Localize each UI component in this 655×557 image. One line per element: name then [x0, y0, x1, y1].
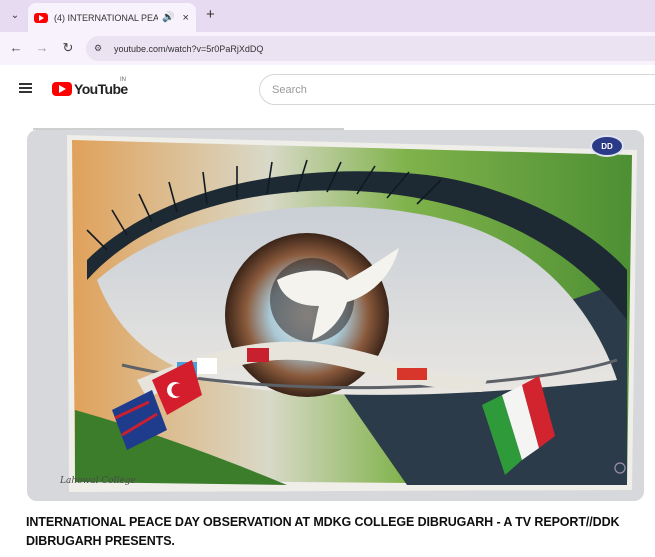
youtube-logo[interactable]: YouTube [52, 80, 128, 98]
search-box[interactable] [259, 74, 655, 105]
youtube-logo-text: YouTube [74, 81, 128, 97]
menu-icon[interactable] [19, 83, 32, 93]
video-frame-painting [27, 130, 644, 501]
search-input[interactable] [272, 83, 632, 96]
country-code: IN [120, 77, 126, 83]
tab-title: (4) INTERNATIONAL PEACE [54, 12, 158, 23]
dd-watermark-text: DD [601, 141, 613, 151]
painting-signature: Lahowal College [60, 476, 136, 486]
tab-strip: ⌄ (4) INTERNATIONAL PEACE 🔊 × + [0, 0, 655, 32]
url-text: youtube.com/watch?v=5r0PaRjXdDQ [114, 43, 264, 54]
youtube-header: YouTube IN [0, 65, 655, 113]
video-title: INTERNATIONAL PEACE DAY OBSERVATION AT M… [26, 515, 620, 548]
forward-button[interactable]: → [34, 40, 50, 56]
youtube-play-icon [52, 82, 72, 96]
tab-close-button[interactable]: × [182, 12, 188, 24]
site-info-icon[interactable]: ⚙ [94, 43, 108, 54]
reload-button[interactable]: ↻ [60, 40, 76, 56]
new-tab-button[interactable]: + [206, 6, 215, 23]
address-bar[interactable]: ⚙ youtube.com/watch?v=5r0PaRjXdDQ [86, 36, 655, 61]
speaker-icon[interactable]: 🔊 [162, 12, 174, 23]
video-player[interactable] [27, 130, 644, 501]
back-button[interactable]: ← [8, 40, 24, 56]
browser-toolbar: ← → ↻ ⚙ youtube.com/watch?v=5r0PaRjXdDQ [0, 32, 655, 65]
dd-channel-logo: DD [590, 135, 624, 157]
browser-tab[interactable]: (4) INTERNATIONAL PEACE 🔊 × [28, 3, 196, 32]
youtube-favicon-icon [34, 12, 48, 23]
tab-search-button[interactable]: ⌄ [6, 6, 24, 24]
